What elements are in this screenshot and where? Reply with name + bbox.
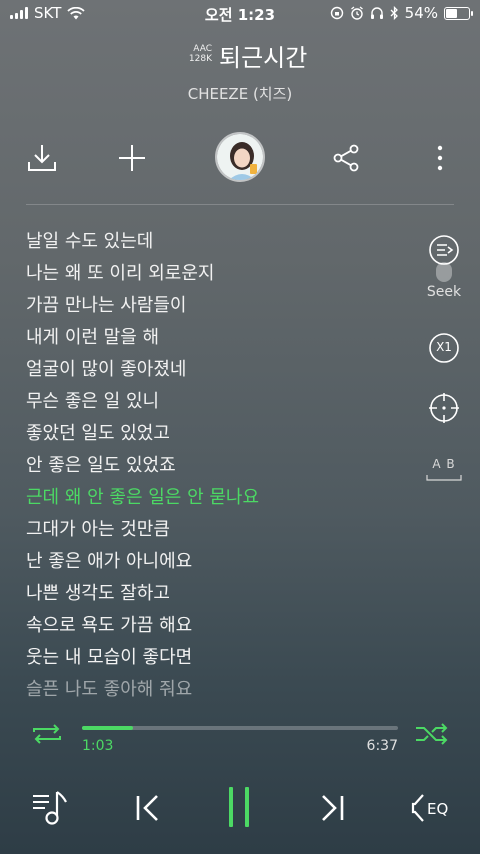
lyric-line[interactable]: 그대가 아는 것만큼 [26,514,406,546]
artist-name[interactable]: CHEEZE (치즈) [0,83,480,104]
total-time: 6:37 [366,738,398,754]
artist-avatar[interactable] [215,132,265,182]
svg-text:EQ: EQ [427,800,448,818]
share-button[interactable] [326,138,366,178]
lyric-line[interactable]: 웃는 내 모습이 좋다면 [26,642,406,674]
shuffle-icon [416,723,448,745]
next-button[interactable] [310,786,354,830]
current-lyric-line[interactable]: 근데 왜 안 좋은 일은 안 묻나요 [26,482,406,514]
repeat-button[interactable] [30,722,64,746]
audio-quality-badge: AAC 128K [180,44,212,64]
skip-next-icon [322,795,344,821]
lyric-line[interactable]: 나쁜 생각도 잘하고 [26,578,406,610]
seek-label: Seek [426,284,462,300]
battery-percent: 54% [404,4,438,22]
lyric-line[interactable]: 속으로 욕도 가끔 해요 [26,610,406,642]
lyric-line[interactable]: 얼굴이 많이 좋아졌네 [26,354,406,386]
pause-button[interactable] [216,782,262,832]
ab-repeat-button[interactable]: A B [424,452,464,488]
target-icon [429,393,459,423]
download-icon [28,145,56,171]
speaker-eq-icon: EQ [411,794,448,822]
quality-codec: AAC [193,44,212,54]
artist-photo [217,134,263,180]
progress-bar[interactable] [82,726,398,730]
progress-fill [82,726,133,730]
previous-button[interactable] [126,786,170,830]
orientation-lock-icon [330,6,343,20]
equalizer-button[interactable]: EQ [410,786,458,830]
playlist-music-icon [33,791,67,825]
lyric-line[interactable]: 안 좋은 일도 있었죠 [26,450,406,482]
locate-current-lyric-button[interactable] [426,390,462,426]
plus-icon [119,145,145,171]
share-icon [333,144,359,172]
pause-icon [229,787,249,827]
playback-speed-button[interactable]: X1 [426,330,462,366]
download-button[interactable] [22,138,62,178]
skip-previous-icon [136,795,158,821]
divider [26,204,454,205]
more-options-button[interactable] [420,138,460,178]
headphones-icon [370,7,383,19]
lyric-line[interactable]: 가끔 만나는 사람들이 [26,290,406,322]
shuffle-button[interactable] [414,722,450,746]
lyrics-panel[interactable]: 날일 수도 있는데 나는 왜 또 이리 외로운지 가끔 만나는 사람들이 내게 이런 … [26,226,406,702]
lyric-line[interactable]: 날일 수도 있는데 [26,226,406,258]
song-title[interactable]: 퇴근시간 [219,38,307,73]
more-vertical-icon [437,145,443,171]
speed-label: X1 [436,340,452,354]
lyric-line[interactable]: 슬픈 나도 좋아해 줘요 [26,674,406,702]
playlist-button[interactable] [28,786,72,830]
battery-icon [444,6,473,20]
lyric-line[interactable]: 나는 왜 또 이리 외로운지 [26,258,406,290]
ab-repeat-icon [426,475,462,481]
add-to-playlist-button[interactable] [112,138,152,178]
current-time: 1:03 [82,738,114,754]
quality-bitrate: 128K [188,54,212,64]
lyric-line[interactable]: 난 좋은 애가 아니에요 [26,546,406,578]
alarm-icon [350,6,363,20]
lyric-line[interactable]: 좋았던 일도 있었고 [26,418,406,450]
ab-repeat-label: A B [432,457,456,471]
seek-toggle[interactable] [436,262,452,282]
bluetooth-icon [390,6,398,20]
lyric-line[interactable]: 내게 이런 말을 해 [26,322,406,354]
repeat-icon [33,724,61,744]
status-bar: SKT 오전 1:23 54% [0,0,480,26]
lyric-line[interactable]: 무슨 좋은 일 있니 [26,386,406,418]
